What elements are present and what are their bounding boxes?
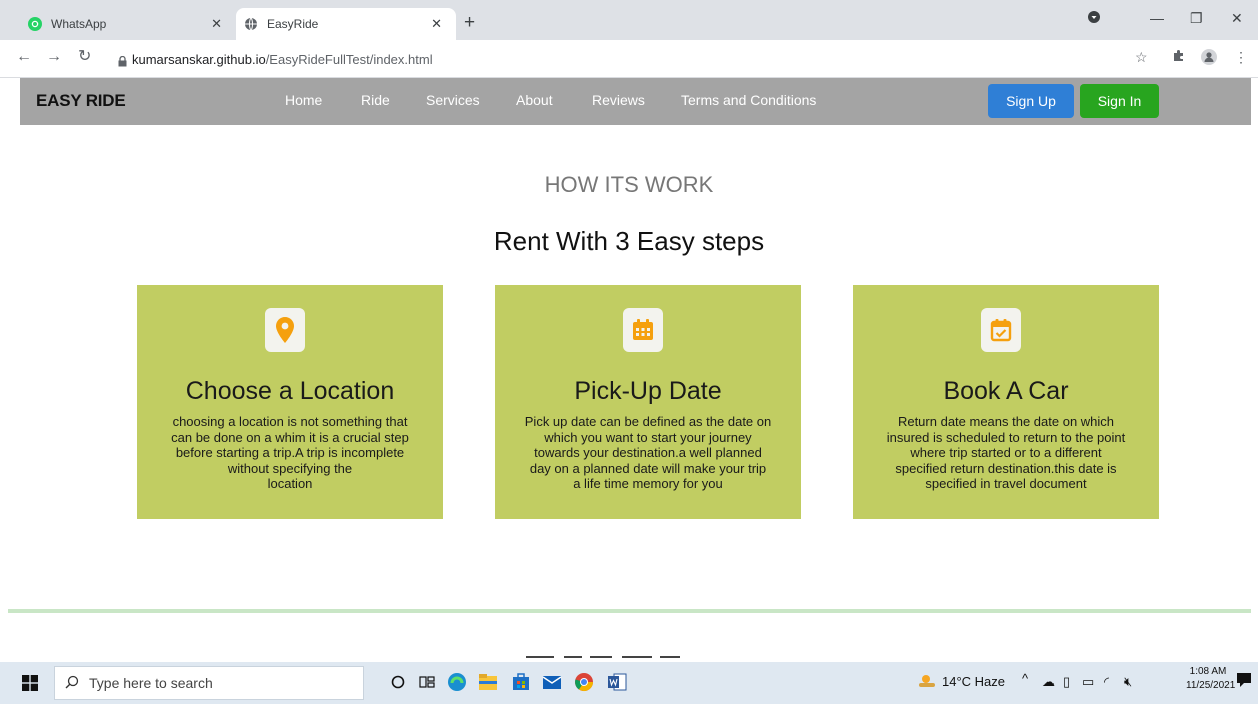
notifications-icon[interactable]	[1236, 672, 1252, 691]
back-icon[interactable]: ←	[16, 49, 32, 65]
bookmark-star-icon[interactable]: ☆	[1135, 49, 1148, 66]
wifi-icon[interactable]: ◜	[1104, 674, 1109, 690]
mail-icon[interactable]	[541, 671, 563, 693]
tab-easyride[interactable]: EasyRide ✕	[236, 8, 456, 40]
site-navbar: EASY RIDE Home Ride Services About Revie…	[20, 78, 1251, 125]
show-hidden-icons-chevron-icon[interactable]: ^	[1022, 671, 1028, 686]
search-icon	[65, 675, 79, 692]
nav-terms[interactable]: Terms and Conditions	[681, 92, 816, 108]
edge-browser-icon[interactable]	[446, 671, 468, 693]
file-explorer-icon[interactable]	[477, 671, 499, 693]
url-host: kumarsanskar.github.io	[132, 52, 266, 67]
step-title: Book A Car	[943, 377, 1069, 405]
weather-icon[interactable]	[918, 673, 936, 692]
tab-whatsapp[interactable]: WhatsApp ✕	[8, 8, 236, 40]
step-card-location: Choose a Location choosing a location is…	[137, 285, 443, 519]
section-divider	[8, 609, 1251, 613]
clock-time: 1:08 AM	[1189, 666, 1227, 677]
network-icon[interactable]: ▭	[1082, 674, 1094, 690]
clock-date: 11/25/2021	[1186, 680, 1236, 691]
windows-start-icon[interactable]	[22, 675, 38, 691]
brand-logo[interactable]: EASY RIDE	[36, 91, 126, 111]
section-title: Rent With 3 Easy steps	[493, 226, 765, 256]
restore-icon[interactable]: ❐	[1190, 10, 1203, 27]
nav-home[interactable]: Home	[285, 92, 322, 108]
profile-menu-icon[interactable]	[1088, 10, 1100, 26]
section-kicker: HOW ITS WORK	[544, 172, 714, 197]
forward-icon[interactable]: →	[46, 49, 62, 65]
step-description: choosing a location is not something tha…	[171, 414, 409, 491]
next-section-heading-partial	[524, 652, 684, 662]
step-description: Return date means the date on which insu…	[886, 414, 1126, 491]
nav-services[interactable]: Services	[426, 92, 480, 108]
step-card-pickup-date: Pick-Up Date Pick up date can be defined…	[495, 285, 801, 519]
step-title: Pick-Up Date	[574, 377, 722, 405]
step-description: Pick up date can be defined as the date …	[524, 414, 772, 491]
calendar-check-icon	[981, 308, 1021, 352]
clock[interactable]: 1:08 AM 11/25/2021	[1186, 665, 1236, 693]
sign-up-button[interactable]: Sign Up	[988, 84, 1074, 118]
windows-taskbar: Type here to search 14°C Haze ^ ☁ ▯ ▭ ◜ …	[0, 662, 1258, 704]
tab-title: WhatsApp	[51, 17, 107, 31]
menu-kebab-icon[interactable]: ⋮	[1234, 49, 1248, 66]
tab-title: EasyRide	[267, 17, 319, 31]
chrome-icon[interactable]	[573, 671, 595, 693]
weather-text[interactable]: 14°C Haze	[942, 674, 1005, 689]
battery-icon[interactable]: ▯	[1063, 674, 1070, 690]
task-view-icon[interactable]	[416, 671, 438, 693]
whatsapp-icon	[28, 17, 42, 31]
volume-muted-icon[interactable]: 🔇︎	[1124, 674, 1132, 690]
nav-about[interactable]: About	[516, 92, 553, 108]
search-placeholder: Type here to search	[89, 675, 213, 691]
url-path: /EasyRideFullTest/index.html	[265, 52, 433, 67]
word-icon[interactable]	[606, 671, 628, 693]
close-tab-icon[interactable]: ✕	[211, 16, 222, 32]
onedrive-icon[interactable]: ☁	[1042, 674, 1055, 690]
location-pin-icon	[265, 308, 305, 352]
reload-icon[interactable]: ↻	[78, 49, 91, 65]
account-avatar-icon[interactable]	[1201, 49, 1217, 68]
new-tab-button[interactable]: +	[464, 13, 475, 32]
close-tab-icon[interactable]: ✕	[431, 16, 442, 32]
sign-in-button[interactable]: Sign In	[1080, 84, 1159, 118]
calendar-icon	[623, 308, 663, 352]
minimize-icon[interactable]: —	[1150, 10, 1164, 26]
url-field[interactable]: kumarsanskar.github.io/EasyRideFullTest/…	[132, 52, 433, 67]
step-card-book-car: Book A Car Return date means the date on…	[853, 285, 1159, 519]
globe-icon	[244, 17, 258, 31]
lock-icon[interactable]	[118, 54, 127, 72]
extensions-icon[interactable]	[1172, 49, 1185, 65]
step-title: Choose a Location	[185, 377, 395, 405]
address-bar: ← → ↻ kumarsanskar.github.io/EasyRideFul…	[0, 40, 1258, 78]
nav-reviews[interactable]: Reviews	[592, 92, 645, 108]
taskbar-search-input[interactable]: Type here to search	[54, 666, 364, 700]
nav-ride[interactable]: Ride	[361, 92, 390, 108]
cortana-icon[interactable]	[387, 671, 409, 693]
browser-tab-strip: WhatsApp ✕ EasyRide ✕ + — ❐ ✕	[0, 0, 1258, 40]
close-window-icon[interactable]: ✕	[1231, 10, 1243, 27]
store-icon[interactable]	[510, 671, 532, 693]
